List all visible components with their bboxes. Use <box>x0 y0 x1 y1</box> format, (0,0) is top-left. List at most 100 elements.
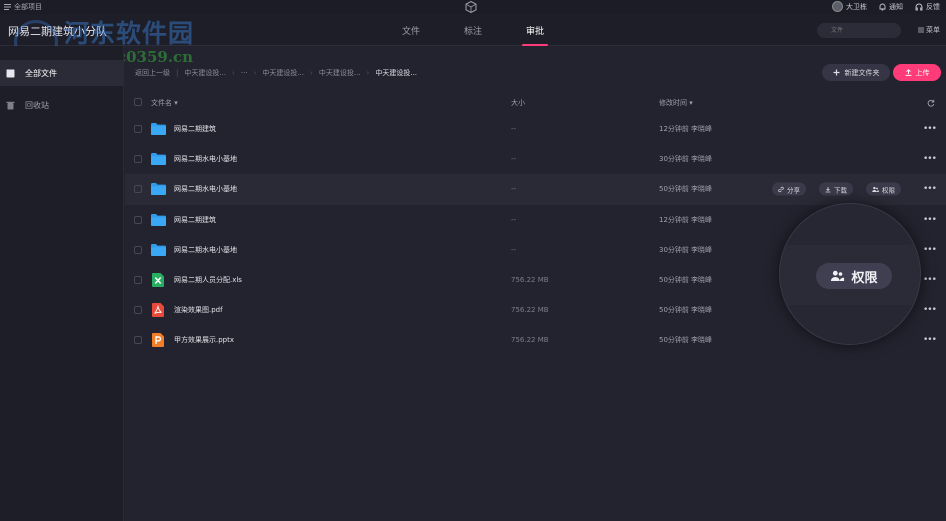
column-modified-header[interactable]: 修改时间 ▾ <box>659 98 693 108</box>
file-name[interactable]: 网易二期水电小基地 <box>174 245 237 255</box>
download-icon <box>825 186 831 193</box>
breadcrumb-current: 中天建设投... <box>375 69 418 77</box>
column-name-header[interactable]: 文件名 ▾ <box>151 98 178 108</box>
file-modified-time: 12分钟前 <box>659 125 689 134</box>
table-row[interactable]: 网易二期建筑 -- 12分钟前 李晓峰 ••• <box>125 114 946 144</box>
folder-icon <box>151 213 166 226</box>
sidebar-item-all-files[interactable]: 全部文件 <box>0 60 123 86</box>
folder-icon <box>151 123 166 136</box>
more-options-icon[interactable]: ••• <box>923 124 937 134</box>
permission-button[interactable]: 权限 <box>866 182 901 196</box>
sidebar-item-label: 回收站 <box>25 100 49 110</box>
file-name[interactable]: 网易二期建筑 <box>174 215 216 225</box>
bell-icon <box>879 3 886 10</box>
notify-label: 通知 <box>889 2 903 11</box>
folder-icon <box>151 153 166 166</box>
tab-approval[interactable]: 审批 <box>504 14 566 46</box>
breadcrumb-item[interactable]: 中天建设投... <box>184 68 226 78</box>
more-options-icon[interactable]: ••• <box>923 184 937 194</box>
list-icon <box>4 4 11 10</box>
file-name[interactable]: 网易二期水电小基地 <box>174 154 237 164</box>
refresh-icon[interactable] <box>927 99 935 107</box>
row-checkbox[interactable] <box>134 306 142 315</box>
more-options-icon[interactable]: ••• <box>923 154 937 164</box>
file-modified-user: 李晓峰 <box>691 336 712 345</box>
more-options-icon[interactable]: ••• <box>923 245 937 255</box>
plus-icon <box>833 69 839 76</box>
table-header: 文件名 ▾ 大小 修改时间 ▾ <box>125 94 946 112</box>
more-options-icon[interactable]: ••• <box>923 305 937 315</box>
users-icon <box>872 186 879 192</box>
main-tabs: 文件 标注 审批 <box>380 14 566 46</box>
sidebar: 全部文件 回收站 <box>0 46 124 521</box>
tab-annotations[interactable]: 标注 <box>442 14 504 46</box>
more-options-icon[interactable]: ••• <box>923 335 937 345</box>
breadcrumb-item[interactable]: 中天建设投... <box>319 68 361 78</box>
breadcrumb-ellipsis[interactable]: ··· <box>241 69 248 77</box>
file-size: 756.22 MB <box>511 306 549 315</box>
breadcrumb: 返回上一级 | 中天建设投... › ··· › 中天建设投... › 中天建设… <box>135 68 418 78</box>
select-all-checkbox[interactable] <box>134 98 142 106</box>
breadcrumb-item[interactable]: 中天建设投... <box>262 68 304 78</box>
file-size: 756.22 MB <box>511 336 549 345</box>
file-modified-user: 李晓峰 <box>691 125 712 134</box>
project-label: 全部项目 <box>14 3 42 11</box>
row-checkbox[interactable] <box>134 245 142 254</box>
search-input[interactable] <box>817 23 901 38</box>
menu-button[interactable]: 菜单 <box>918 25 940 35</box>
download-button[interactable]: 下载 <box>819 182 853 196</box>
row-checkbox[interactable] <box>134 155 142 164</box>
row-checkbox[interactable] <box>134 336 142 345</box>
feedback-label: 反馈 <box>926 2 940 11</box>
file-size: -- <box>511 185 517 194</box>
file-modified-user: 李晓峰 <box>691 215 712 224</box>
table-row[interactable]: 网易二期水电小基地 -- 50分钟前 李晓峰 分享 下载 权限 ••• <box>125 174 946 205</box>
sidebar-item-trash[interactable]: 回收站 <box>0 92 123 118</box>
share-button[interactable]: 分享 <box>772 182 806 196</box>
powerpoint-file-icon <box>152 333 164 348</box>
file-modified-user: 李晓峰 <box>691 185 712 194</box>
file-modified-time: 12分钟前 <box>659 215 689 224</box>
avatar <box>832 1 843 12</box>
tab-files[interactable]: 文件 <box>380 14 442 46</box>
row-checkbox[interactable] <box>134 276 142 285</box>
upload-button[interactable]: 上传 <box>893 64 941 81</box>
more-options-icon[interactable]: ••• <box>923 215 937 225</box>
file-modified-time: 50分钟前 <box>659 276 689 285</box>
file-name[interactable]: 甲方效果展示.pptx <box>174 335 234 345</box>
notify-button[interactable]: 通知 <box>879 2 903 12</box>
user-menu[interactable]: 大卫栋 <box>832 1 867 12</box>
project-switcher[interactable]: 全部项目 <box>4 2 42 12</box>
folder-box-icon <box>6 69 15 77</box>
file-modified-user: 李晓峰 <box>691 306 712 315</box>
file-size: -- <box>511 215 517 224</box>
file-modified-time: 50分钟前 <box>659 336 689 345</box>
column-size-header[interactable]: 大小 <box>511 98 525 108</box>
file-modified-time: 30分钟前 <box>659 155 689 164</box>
menu-label: 菜单 <box>926 26 940 34</box>
file-modified-time: 30分钟前 <box>659 245 689 254</box>
file-size: -- <box>511 155 517 164</box>
more-options-icon[interactable]: ••• <box>923 275 937 285</box>
headset-icon <box>915 3 923 10</box>
new-folder-button[interactable]: 新建文件夹 <box>822 64 890 81</box>
watermark-text: 河东软件园 <box>64 19 195 48</box>
link-icon <box>778 186 784 193</box>
upload-label: 上传 <box>915 68 930 77</box>
row-checkbox[interactable] <box>134 185 142 194</box>
menu-icon <box>918 27 924 33</box>
file-modified-user: 李晓峰 <box>691 276 712 285</box>
row-checkbox[interactable] <box>134 215 142 224</box>
breadcrumb-back[interactable]: 返回上一级 <box>135 68 170 78</box>
file-name[interactable]: 渲染效果图.pdf <box>174 305 223 315</box>
feedback-button[interactable]: 反馈 <box>915 2 940 12</box>
row-checkbox[interactable] <box>134 125 142 134</box>
sidebar-item-label: 全部文件 <box>25 68 57 78</box>
file-name[interactable]: 网易二期水电小基地 <box>174 184 237 194</box>
file-modified-time: 50分钟前 <box>659 185 689 194</box>
users-icon <box>831 270 845 281</box>
file-name[interactable]: 网易二期人员分配.xls <box>174 275 242 285</box>
table-row[interactable]: 网易二期水电小基地 -- 30分钟前 李晓峰 ••• <box>125 144 946 174</box>
file-size: -- <box>511 245 517 254</box>
file-name[interactable]: 网易二期建筑 <box>174 124 216 134</box>
